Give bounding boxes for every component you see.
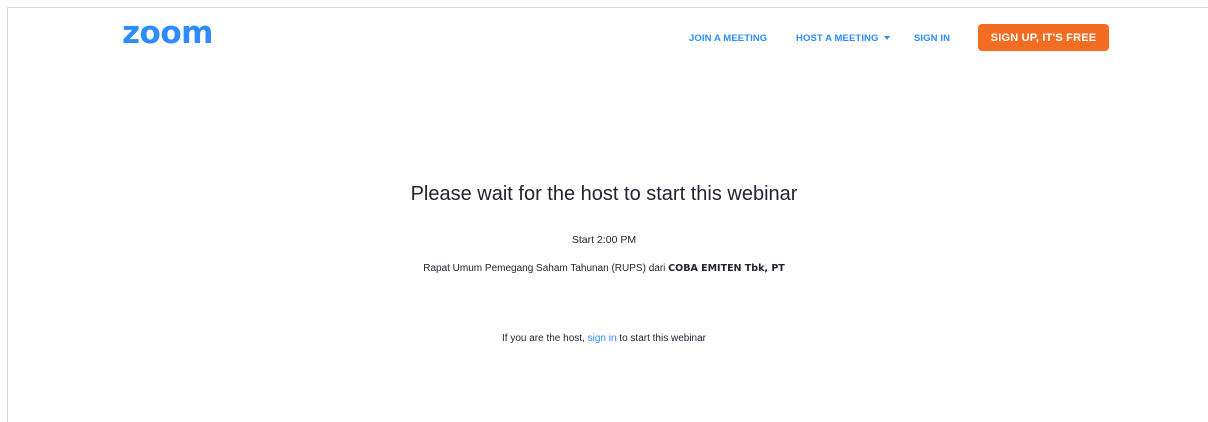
host-note: If you are the host, sign in to start th… bbox=[0, 333, 1208, 344]
host-note-suffix: to start this webinar bbox=[616, 333, 706, 344]
webinar-company: COBA EMITEN Tbk, PT bbox=[668, 263, 785, 274]
sign-up-button[interactable]: SIGN UP, IT'S FREE bbox=[978, 24, 1109, 51]
host-meeting-label: HOST A MEETING bbox=[796, 33, 879, 44]
page-title: Please wait for the host to start this w… bbox=[410, 183, 798, 205]
chevron-down-icon bbox=[883, 36, 890, 41]
host-meeting-dropdown[interactable]: HOST A MEETING bbox=[796, 33, 890, 44]
webinar-start-time: Start 2:00 PM bbox=[571, 234, 637, 246]
webinar-title-text: Rapat Umum Pemegang Saham Tahunan (RUPS)… bbox=[423, 263, 669, 274]
join-meeting-link[interactable]: JOIN A MEETING bbox=[689, 33, 767, 44]
webinar-title: Rapat Umum Pemegang Saham Tahunan (RUPS)… bbox=[0, 263, 1208, 274]
host-sign-in-link[interactable]: sign in bbox=[588, 333, 617, 344]
host-note-prefix: If you are the host, bbox=[502, 333, 588, 344]
zoom-logo[interactable]: zoom bbox=[122, 18, 213, 49]
sign-in-link[interactable]: SIGN IN bbox=[914, 33, 950, 44]
page-frame bbox=[7, 7, 1208, 422]
